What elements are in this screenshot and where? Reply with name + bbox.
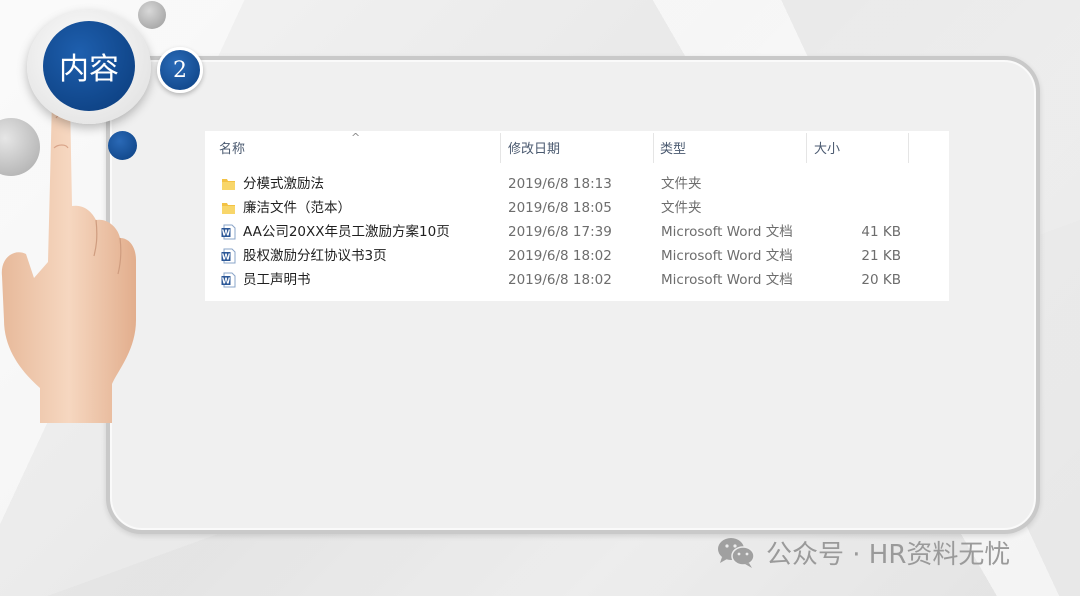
file-type: 文件夹 [661, 176, 702, 192]
file-size [821, 196, 901, 220]
file-type: Microsoft Word 文档 [661, 224, 793, 240]
file-type: Microsoft Word 文档 [661, 248, 793, 264]
file-explorer-list: ^ 名称 修改日期 类型 大小 分模式激励法 2019/6/8 18:13 文件… [205, 131, 949, 301]
watermark-text: 公众号 · HR资料无忧 [766, 539, 1011, 570]
svg-text:W: W [222, 277, 231, 286]
folder-icon [222, 203, 235, 214]
file-name: 廉洁文件（范本） [243, 200, 351, 216]
folder-icon [222, 179, 235, 190]
file-name: 分模式激励法 [243, 176, 324, 192]
file-size [821, 172, 901, 196]
file-row[interactable]: W AA公司20XX年员工激励方案10页 2019/6/8 17:39 Micr… [205, 220, 949, 244]
file-size: 20 KB [861, 272, 901, 288]
file-row[interactable]: W 员工声明书 2019/6/8 18:02 Microsoft Word 文档… [205, 268, 949, 292]
column-divider[interactable] [806, 133, 807, 163]
svg-text:W: W [222, 229, 231, 238]
file-date: 2019/6/8 18:13 [508, 176, 612, 192]
column-header-size[interactable]: 大小 [814, 131, 840, 165]
file-date: 2019/6/8 18:05 [508, 200, 612, 216]
file-date: 2019/6/8 18:02 [508, 248, 612, 264]
file-type: Microsoft Word 文档 [661, 272, 793, 288]
section-title: 内容 [43, 21, 135, 111]
section-number: 2 [157, 47, 203, 93]
pointing-hand-image [1, 91, 136, 423]
file-name: AA公司20XX年员工激励方案10页 [243, 224, 450, 240]
column-divider[interactable] [653, 133, 654, 163]
decorative-circle [138, 1, 166, 29]
word-document-icon: W [221, 248, 236, 264]
file-name: 股权激励分红协议书3页 [243, 248, 387, 264]
column-header-date[interactable]: 修改日期 [508, 131, 560, 165]
word-document-icon: W [221, 272, 236, 288]
file-row[interactable]: 廉洁文件（范本） 2019/6/8 18:05 文件夹 [205, 196, 949, 220]
file-date: 2019/6/8 17:39 [508, 224, 612, 240]
file-size: 41 KB [861, 224, 901, 240]
file-type: 文件夹 [661, 200, 702, 216]
file-row[interactable]: W 股权激励分红协议书3页 2019/6/8 18:02 Microsoft W… [205, 244, 949, 268]
watermark: 公众号 · HR资料无忧 [716, 532, 1010, 572]
wechat-icon [718, 538, 755, 568]
column-header-row: ^ 名称 修改日期 类型 大小 [205, 131, 949, 167]
column-header-name[interactable]: 名称 [219, 131, 245, 165]
column-header-type[interactable]: 类型 [660, 131, 686, 165]
column-divider[interactable] [908, 133, 909, 163]
file-name: 员工声明书 [243, 272, 311, 288]
file-row[interactable]: 分模式激励法 2019/6/8 18:13 文件夹 [205, 172, 949, 196]
file-date: 2019/6/8 18:02 [508, 272, 612, 288]
sort-ascending-icon: ^ [351, 131, 361, 144]
column-divider[interactable] [500, 133, 501, 163]
svg-text:W: W [222, 253, 231, 262]
file-size: 21 KB [861, 248, 901, 264]
word-document-icon: W [221, 224, 236, 240]
